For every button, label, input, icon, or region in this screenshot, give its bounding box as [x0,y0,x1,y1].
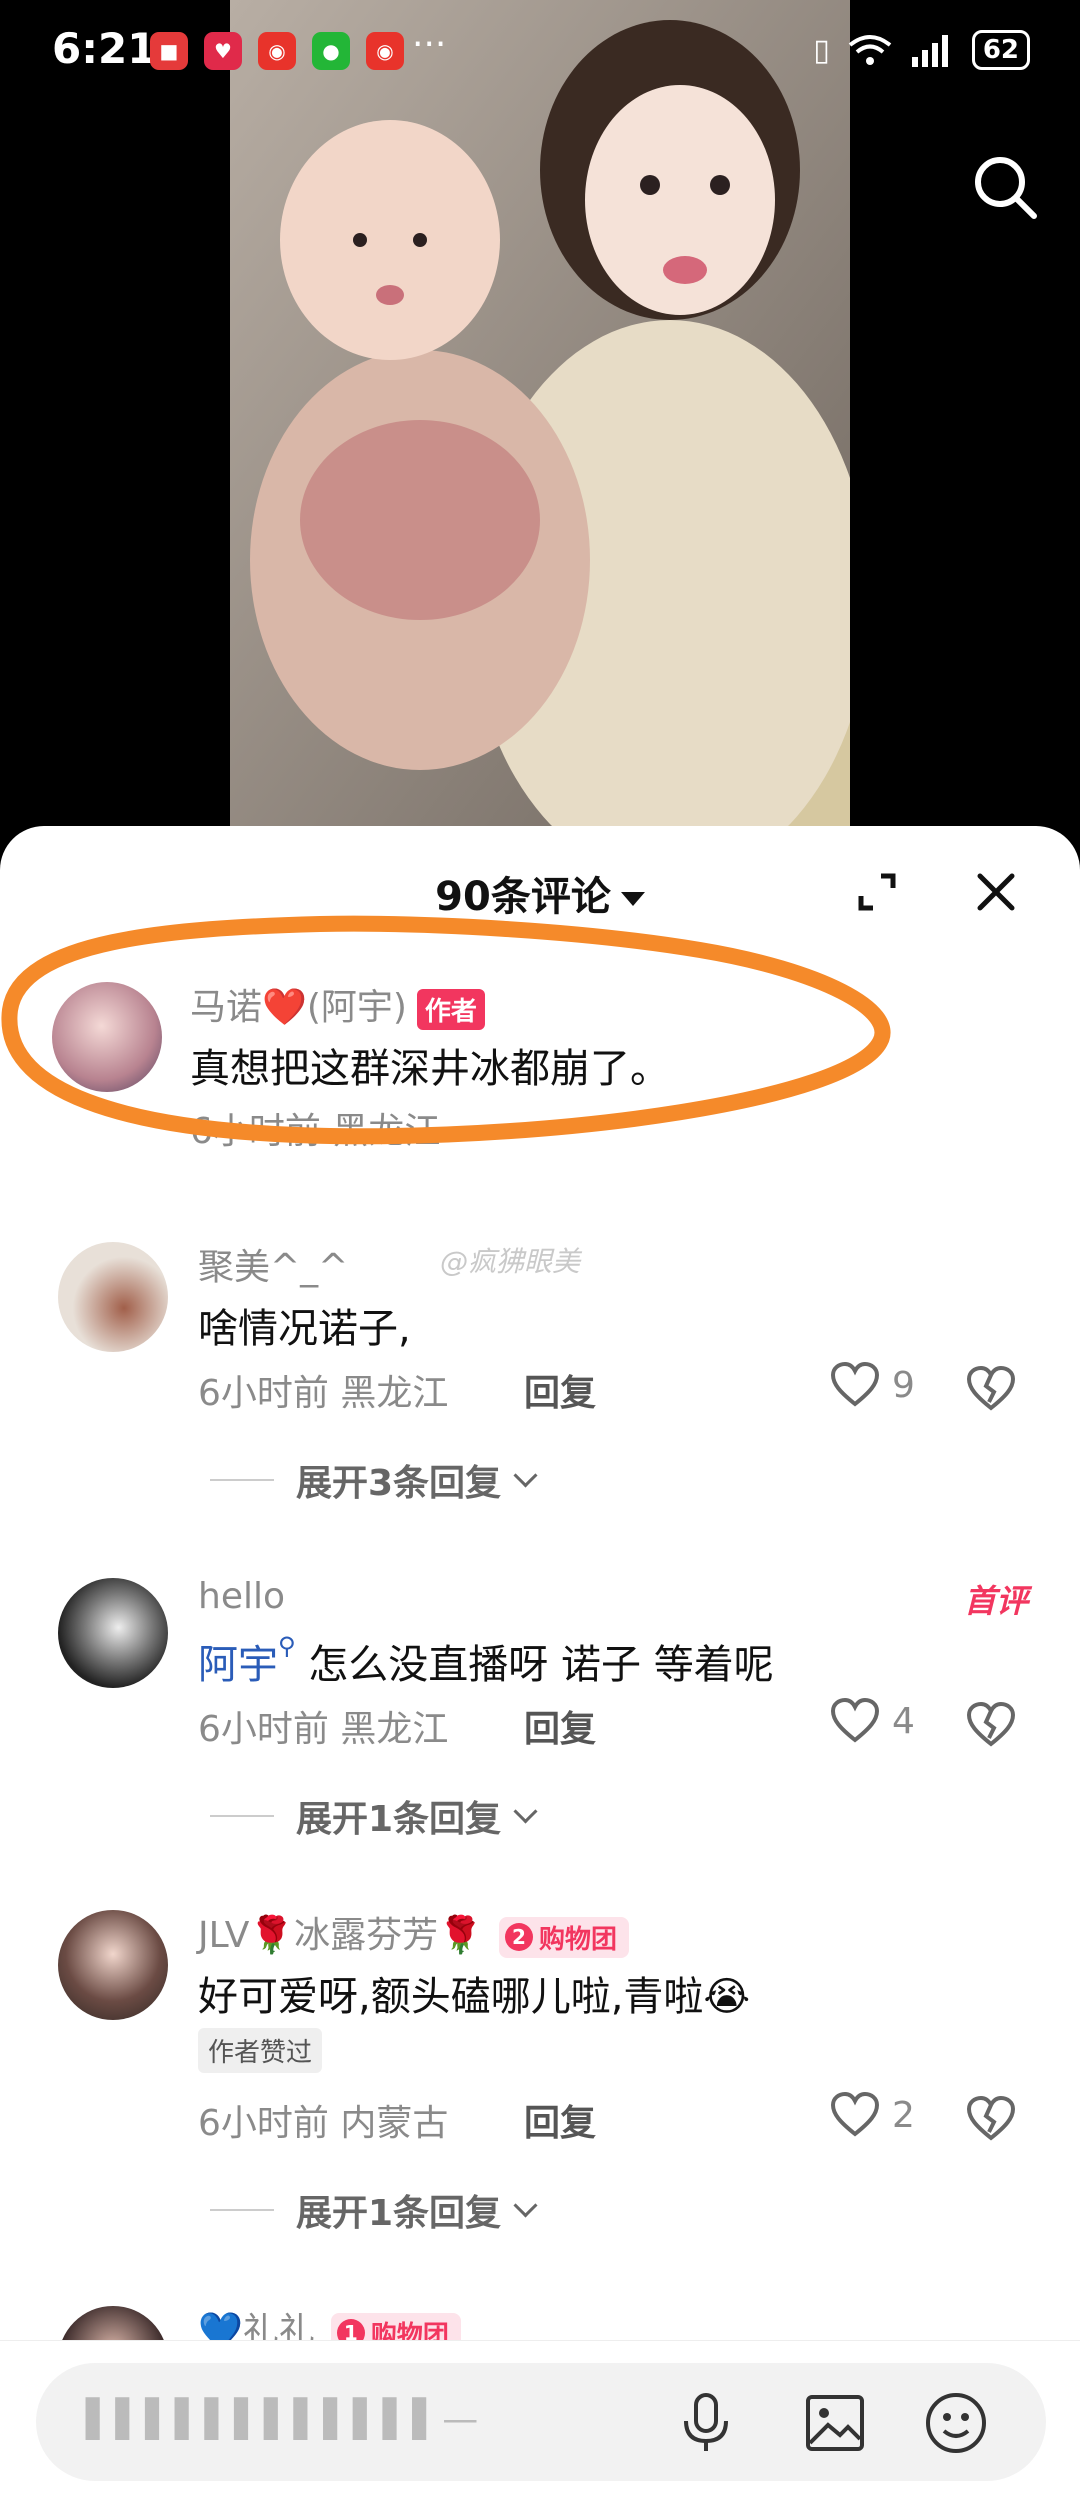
reply-button[interactable]: 回复 [524,1700,596,1752]
comment-sheet: 90条评论 马诺❤️(阿宇) 作者 真想把这群深井冰都崩了。 6小时前 黑龙江 聚… [0,826,1080,2504]
divider-line [210,1815,274,1817]
more-notifications-icon: ··· [412,24,447,65]
watermark: @疯狒眼美 [440,1245,581,1278]
shopping-group-badge: 2 购物团 [499,1916,630,1958]
emoji-icon[interactable] [924,2391,988,2455]
pinduoduo-icon: ♥ [204,32,242,70]
comment-count: 90条评论 [435,874,611,920]
comment-text[interactable]: 啥情况诺子, [198,1296,411,1354]
expand-icon[interactable] [855,870,899,914]
wechat-icon: ● [312,32,350,70]
comment-username[interactable]: hello [198,1576,285,1617]
comment-username[interactable]: 马诺❤️(阿宇) 作者 [190,978,485,1030]
status-time: 6:21 [52,24,157,73]
signal-icon [911,35,948,67]
search-icon: ⚲ [278,1632,296,1660]
comment-text[interactable]: 真想把这群深井冰都崩了。 [190,1036,670,1094]
notification-icons: ■ ♥ ◉ ● ◉ [150,32,404,70]
expand-replies-button[interactable]: 展开3条回复 [210,1454,538,1506]
like-count: 2 [892,2094,915,2136]
chevron-down-icon [513,1798,538,1824]
chevron-down-icon [513,2192,538,2218]
like-count: 4 [892,1700,915,1742]
first-comment-badge: 首评 [963,1582,1028,1620]
comment-text[interactable]: 阿宇⚲ 怎么没直播呀 诺子 等着呢 [198,1632,774,1690]
dislike-icon[interactable] [966,2096,1016,2142]
vibrate-icon: ▯ [813,32,830,68]
reply-button[interactable]: 回复 [524,1364,596,1416]
weibo-icon: ◉ [366,32,404,70]
video-image[interactable] [230,0,850,830]
comment-input[interactable]: ▌▌▌▌▌▌▌▌▌▌▌▌— [36,2363,1046,2481]
comment-sheet-header: 90条评论 [0,826,1080,946]
comment-meta: 6小时前 黑龙江 [198,1709,449,1750]
avatar[interactable] [58,1242,168,1352]
reply-button[interactable]: 回复 [524,2094,596,2146]
comment-count-dropdown[interactable]: 90条评论 [0,864,1080,922]
dropdown-caret-icon [620,892,645,906]
heart-icon [830,1698,880,1743]
comment-username[interactable]: 聚美^_^ [198,1238,348,1290]
expand-replies-button[interactable]: 展开1条回复 [210,1790,538,1842]
photo-illustration [230,0,850,830]
like-button[interactable]: 9 [830,1362,915,1408]
search-icon[interactable] [968,150,1042,224]
mention-link[interactable]: 阿宇 [198,1642,278,1688]
close-icon[interactable] [976,872,1016,912]
avatar[interactable] [52,982,162,1092]
comment-username[interactable]: JLV🌹冰露芬芳🌹 2 购物团 [198,1906,630,1958]
like-button[interactable]: 4 [830,1698,915,1744]
avatar[interactable] [58,1578,168,1688]
wifi-icon [848,35,892,65]
divider-line [210,1479,274,1481]
status-indicators: ▯ 62 [813,30,1030,70]
battery-indicator: 62 [971,30,1030,70]
comment-meta: 6小时前 内蒙古 [198,2103,449,2144]
expand-replies-button[interactable]: 展开1条回复 [210,2184,538,2236]
image-icon[interactable] [804,2393,866,2453]
author-badge: 作者 [416,988,485,1030]
like-button[interactable]: 2 [830,2092,915,2138]
heart-icon [830,2092,880,2137]
comment-text[interactable]: 好可爱呀,额头磕哪儿啦,青啦😭 [198,1964,750,2022]
weibo-icon: ◉ [258,32,296,70]
dislike-icon[interactable] [966,1366,1016,1412]
divider-line [210,2209,274,2211]
dislike-icon[interactable] [966,1702,1016,1748]
microphone-icon[interactable] [676,2391,736,2455]
author-liked-tag: 作者赞过 [198,2028,323,2073]
comment-input-bar: ▌▌▌▌▌▌▌▌▌▌▌▌— [0,2340,1080,2505]
huawei-mall-icon: ■ [150,32,188,70]
status-bar: 6:21 ■ ♥ ◉ ● ◉ ··· ▯ 62 [0,0,1080,110]
like-count: 9 [892,1364,915,1406]
chevron-down-icon [513,1462,538,1488]
avatar[interactable] [58,1910,168,2020]
comment-input-placeholder: ▌▌▌▌▌▌▌▌▌▌▌▌— [86,2399,481,2440]
heart-icon [830,1362,880,1407]
comment-meta: 6小时前 黑龙江 [190,1111,441,1152]
comment-meta: 6小时前 黑龙江 [198,1373,449,1414]
